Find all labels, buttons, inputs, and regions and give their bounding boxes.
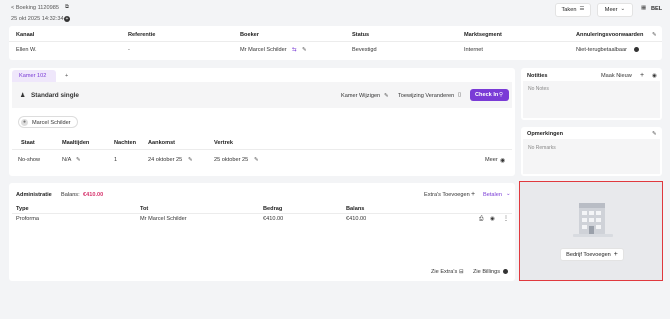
building-illustration bbox=[573, 203, 613, 237]
col-type: Type bbox=[16, 206, 29, 212]
maak-nieuw-button[interactable]: Maak Nieuw bbox=[601, 73, 632, 79]
remarks-empty: No Remarks bbox=[528, 145, 556, 151]
balans-value: €410.00 bbox=[83, 192, 104, 198]
cell-status: Bevestigd bbox=[352, 47, 377, 53]
add-tab-button[interactable]: + bbox=[65, 73, 68, 79]
tab-kamer-102-label: Kamer 102 bbox=[19, 73, 47, 79]
zie-extras-link[interactable]: Zie Extra's bbox=[431, 269, 457, 275]
col-annuleringsvoorwaarden: Annuleringsvoorwaarden bbox=[576, 32, 644, 38]
plus-icon: + bbox=[613, 251, 618, 258]
cell-kanaal: Ellen W. bbox=[16, 47, 37, 53]
col-maaltijden: Maaltijden bbox=[62, 140, 90, 146]
col-vertrek: Vertrek bbox=[214, 140, 233, 146]
taken-button[interactable]: Taken ☰ bbox=[555, 3, 591, 17]
col-staat: Staat bbox=[21, 140, 35, 146]
col-marktsegment: Marktsegment bbox=[464, 32, 502, 38]
cell-annulering: Niet-terugbetaalbaar bbox=[576, 47, 627, 53]
link-icon[interactable]: ⇆ bbox=[292, 47, 297, 53]
cell-boeker[interactable]: Mr Marcel Schilder bbox=[240, 47, 287, 53]
breadcrumb[interactable]: < Boeking 1120985 bbox=[11, 5, 59, 11]
plus-icon[interactable]: + bbox=[640, 72, 644, 79]
meer-link[interactable]: Meer bbox=[485, 157, 498, 163]
extras-toevoegen-button[interactable]: Extra's Toevoegen bbox=[424, 192, 470, 198]
divider bbox=[9, 41, 662, 42]
check-in-label: Check In bbox=[475, 92, 499, 98]
notes-empty: No Notes bbox=[528, 86, 549, 92]
eye-icon[interactable]: ◉ bbox=[652, 73, 657, 79]
cell-nachten: 1 bbox=[114, 157, 118, 163]
edit-pencil-icon[interactable]: ✎ bbox=[76, 157, 81, 163]
cell-balans: €410.00 bbox=[346, 216, 367, 222]
col-boeker: Boeker bbox=[240, 32, 259, 38]
administratie-title: Administratie bbox=[16, 192, 52, 198]
col-bedrag: Bedrag bbox=[263, 206, 283, 212]
key-icon: ⚲ bbox=[499, 91, 504, 98]
edit-pencil-icon[interactable]: ✎ bbox=[652, 32, 657, 38]
info-icon[interactable] bbox=[503, 268, 508, 274]
user-icon: ● bbox=[21, 118, 28, 126]
col-referentie: Referentie bbox=[128, 32, 156, 38]
room-type: Standard single bbox=[31, 92, 79, 99]
col-tot: Tot bbox=[140, 206, 149, 212]
chevron-down-icon[interactable]: ⌄ bbox=[506, 191, 511, 197]
document-icon[interactable]: ▯ bbox=[458, 92, 461, 99]
divider bbox=[12, 149, 512, 150]
col-aankomst: Aankomst bbox=[148, 140, 176, 146]
print-icon[interactable]: ⎙ bbox=[479, 216, 483, 223]
add-circle-icon[interactable]: + bbox=[64, 15, 70, 22]
taken-label: Taken bbox=[561, 7, 577, 13]
col-balans: Balans bbox=[346, 206, 365, 212]
col-status: Status bbox=[352, 32, 370, 38]
booking-datetime: 25 okt 2025 14:32:34 bbox=[11, 16, 64, 22]
edit-pencil-icon[interactable]: ✎ bbox=[652, 131, 657, 137]
copy-icon[interactable]: ⧉ bbox=[65, 4, 69, 11]
meer-label: Meer bbox=[604, 7, 618, 13]
cell-vertrek: 25 oktober 25 bbox=[214, 157, 249, 163]
toewijzing-veranderen-button[interactable]: Toewijzing Veranderen bbox=[398, 93, 454, 99]
meer-button[interactable]: Meer ⌄ bbox=[597, 3, 633, 17]
room-type-icon: ♟ bbox=[20, 93, 26, 99]
col-kanaal: Kanaal bbox=[16, 32, 35, 38]
cell-maaltijden: N/A bbox=[62, 157, 72, 163]
balans-label: Balans: bbox=[61, 192, 80, 198]
info-icon[interactable] bbox=[634, 46, 639, 52]
betalen-button[interactable]: Betalen bbox=[483, 192, 502, 198]
cell-tot: Mr Marcel Schilder bbox=[140, 216, 187, 222]
edit-pencil-icon[interactable]: ✎ bbox=[384, 93, 389, 99]
guest-name: Marcel Schilder bbox=[32, 119, 71, 126]
plus-icon[interactable]: + bbox=[471, 191, 475, 198]
more-vertical-icon[interactable]: ⋮ bbox=[503, 215, 509, 222]
edit-pencil-icon[interactable]: ✎ bbox=[302, 47, 307, 53]
cell-staat: No-show bbox=[18, 157, 41, 163]
list-icon: ☰ bbox=[579, 6, 585, 13]
kamer-wijzigen-button[interactable]: Kamer Wijzigen bbox=[341, 93, 380, 99]
chevron-down-icon: ⌄ bbox=[620, 6, 626, 13]
booking-summary-card bbox=[9, 26, 662, 60]
cell-referentie: - bbox=[128, 47, 130, 53]
eye-icon[interactable]: ◉ bbox=[500, 157, 505, 164]
opmerkingen-title: Opmerkingen bbox=[527, 131, 564, 137]
bedrijf-toevoegen-label: Bedrijf Toevoegen bbox=[566, 251, 611, 258]
eye-icon[interactable]: ◉ bbox=[490, 216, 495, 222]
cell-bedrag: €410.00 bbox=[263, 216, 284, 222]
cart-icon[interactable]: ⊟ bbox=[459, 269, 464, 275]
building-icon: ▦ bbox=[641, 5, 647, 11]
edit-pencil-icon[interactable]: ✎ bbox=[188, 157, 193, 163]
edit-pencil-icon[interactable]: ✎ bbox=[254, 157, 259, 163]
notities-title: Notities bbox=[527, 73, 548, 79]
cell-aankomst: 24 oktober 25 bbox=[148, 157, 183, 163]
cell-type: Proforma bbox=[16, 216, 40, 222]
zie-billings-link[interactable]: Zie Billings bbox=[473, 269, 500, 275]
divider bbox=[12, 213, 512, 214]
country-code[interactable]: BEL bbox=[651, 6, 662, 12]
col-nachten: Nachten bbox=[114, 140, 137, 146]
bedrijf-toevoegen-button[interactable]: Bedrijf Toevoegen + bbox=[560, 248, 624, 261]
cell-marktsegment: Internet bbox=[464, 47, 483, 53]
